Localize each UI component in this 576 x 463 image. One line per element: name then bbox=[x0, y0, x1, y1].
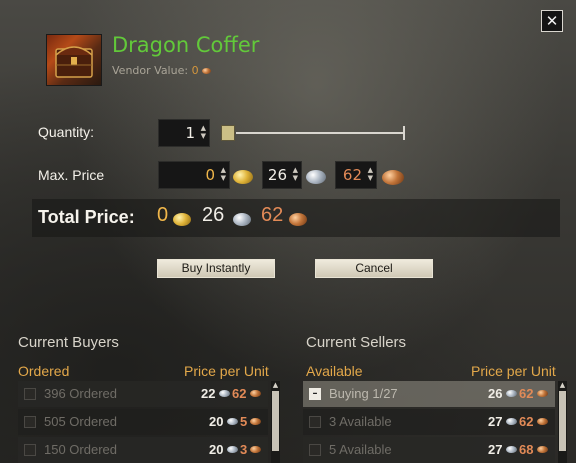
row-checkbox[interactable] bbox=[309, 444, 321, 456]
gold-coin-icon bbox=[173, 213, 191, 226]
copper-coin-icon bbox=[382, 170, 404, 185]
silver-coin-icon bbox=[306, 170, 326, 184]
silver-coin-icon bbox=[219, 390, 230, 397]
seller-availability: 5 Available bbox=[329, 442, 392, 457]
buyers-scrollbar[interactable]: ▲ bbox=[271, 381, 280, 463]
buyer-row[interactable]: 396 Ordered 22 62 bbox=[18, 381, 268, 407]
buyer-quantity: 396 Ordered bbox=[44, 386, 117, 401]
quantity-value: 1 bbox=[185, 124, 195, 142]
silver-coin-icon bbox=[227, 446, 238, 453]
scroll-up-icon[interactable]: ▲ bbox=[271, 381, 280, 389]
silver-coin-icon bbox=[233, 213, 251, 226]
max-price-silver-input[interactable]: 26 ▲ ▼ bbox=[262, 161, 302, 189]
seller-copper: 62 bbox=[519, 414, 534, 429]
buyer-copper: 5 bbox=[240, 414, 248, 429]
seller-availability: Buying 1/27 bbox=[329, 386, 398, 401]
gold-coin-icon bbox=[233, 170, 253, 184]
copper-coin-icon bbox=[202, 68, 212, 74]
vendor-value: Vendor Value: 0 bbox=[112, 64, 212, 77]
copper-coin-icon bbox=[250, 418, 261, 425]
seller-copper: 62 bbox=[519, 386, 534, 401]
buyers-scroll-thumb[interactable] bbox=[272, 391, 279, 451]
quantity-slider-end bbox=[403, 126, 405, 140]
max-price-gold-value: 0 bbox=[205, 166, 215, 184]
buyers-col-ordered: Ordered bbox=[18, 363, 70, 379]
max-price-copper-value: 62 bbox=[342, 166, 362, 184]
silver-coin-icon bbox=[506, 418, 517, 425]
stepper-arrows-icon[interactable]: ▲ ▼ bbox=[368, 166, 373, 182]
close-icon: ✕ bbox=[545, 12, 559, 30]
buyer-row[interactable]: 150 Ordered 20 3 bbox=[18, 437, 268, 463]
quantity-slider[interactable] bbox=[236, 132, 404, 134]
quantity-label: Quantity: bbox=[38, 124, 95, 140]
seller-silver: 27 bbox=[488, 414, 503, 429]
copper-coin-icon bbox=[250, 390, 261, 397]
stepper-arrows-icon[interactable]: ▲ ▼ bbox=[293, 166, 298, 182]
buyer-silver: 22 bbox=[201, 386, 216, 401]
buyer-quantity: 505 Ordered bbox=[44, 414, 117, 429]
buyer-copper: 62 bbox=[232, 386, 247, 401]
sellers-col-available: Available bbox=[306, 363, 363, 379]
stepper-arrows-icon[interactable]: ▲ ▼ bbox=[201, 124, 206, 140]
copper-coin-icon bbox=[537, 390, 548, 397]
total-gold-value: 0 bbox=[157, 204, 169, 226]
buyer-silver: 20 bbox=[209, 442, 224, 457]
copper-coin-icon bbox=[537, 446, 548, 453]
seller-row-selected[interactable]: – Buying 1/27 26 62 bbox=[303, 381, 555, 407]
vendor-value-amount: 0 bbox=[191, 64, 199, 77]
silver-coin-icon bbox=[506, 390, 517, 397]
copper-coin-icon bbox=[250, 446, 261, 453]
total-copper-value: 62 bbox=[261, 204, 284, 226]
item-title: Dragon Coffer bbox=[112, 33, 260, 57]
quantity-slider-handle[interactable] bbox=[221, 125, 235, 141]
quantity-stepper[interactable]: 1 ▲ ▼ bbox=[158, 119, 210, 147]
sellers-scroll-thumb[interactable] bbox=[559, 391, 566, 451]
max-price-silver-value: 26 bbox=[267, 166, 287, 184]
close-button[interactable]: ✕ bbox=[541, 10, 563, 32]
sellers-col-price: Price per Unit bbox=[471, 363, 556, 379]
seller-silver: 27 bbox=[488, 442, 503, 457]
total-silver-value: 26 bbox=[202, 204, 225, 226]
max-price-copper-input[interactable]: 62 ▲ ▼ bbox=[335, 161, 377, 189]
scroll-up-icon[interactable]: ▲ bbox=[558, 381, 567, 389]
buyer-row[interactable]: 505 Ordered 20 5 bbox=[18, 409, 268, 435]
seller-silver: 26 bbox=[488, 386, 503, 401]
copper-coin-icon bbox=[537, 418, 548, 425]
silver-coin-icon bbox=[227, 418, 238, 425]
row-checkbox[interactable] bbox=[24, 388, 36, 400]
chest-graphic bbox=[55, 46, 93, 78]
copper-coin-icon bbox=[289, 213, 307, 226]
buyers-title: Current Buyers bbox=[18, 334, 119, 351]
sellers-scrollbar[interactable]: ▲ bbox=[558, 381, 567, 463]
seller-row[interactable]: 3 Available 27 62 bbox=[303, 409, 555, 435]
minus-icon[interactable]: – bbox=[309, 388, 321, 400]
stepper-arrows-icon[interactable]: ▲ ▼ bbox=[221, 166, 226, 182]
max-price-label: Max. Price bbox=[38, 167, 105, 183]
max-price-gold-input[interactable]: 0 ▲ ▼ bbox=[158, 161, 230, 189]
seller-copper: 68 bbox=[519, 442, 534, 457]
dragon-coffer-icon bbox=[46, 34, 102, 86]
silver-coin-icon bbox=[506, 446, 517, 453]
row-checkbox[interactable] bbox=[309, 416, 321, 428]
buyers-col-price: Price per Unit bbox=[184, 363, 269, 379]
buyer-copper: 3 bbox=[240, 442, 248, 457]
vendor-value-label: Vendor Value: bbox=[112, 64, 189, 77]
seller-availability: 3 Available bbox=[329, 414, 392, 429]
seller-row[interactable]: 5 Available 27 68 bbox=[303, 437, 555, 463]
row-checkbox[interactable] bbox=[24, 416, 36, 428]
sellers-title: Current Sellers bbox=[306, 334, 407, 351]
cancel-button[interactable]: Cancel bbox=[315, 259, 433, 278]
total-price-label: Total Price: bbox=[38, 207, 135, 227]
buy-instantly-button[interactable]: Buy Instantly bbox=[157, 259, 275, 278]
row-checkbox[interactable] bbox=[24, 444, 36, 456]
buyer-silver: 20 bbox=[209, 414, 224, 429]
buyer-quantity: 150 Ordered bbox=[44, 442, 117, 457]
